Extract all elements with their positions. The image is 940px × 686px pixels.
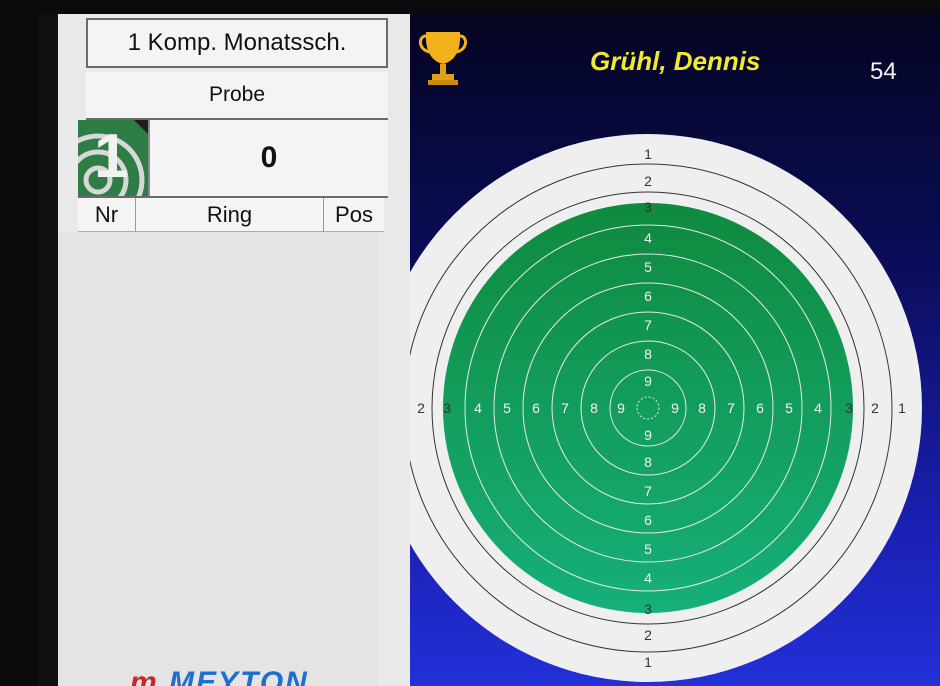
ring-label-right-3: 3 <box>845 400 853 416</box>
logo-text: MEYTON <box>169 666 309 686</box>
ring-label-left-7: 7 <box>561 400 569 416</box>
ring-label-top-3: 3 <box>644 199 652 215</box>
mode-label: Probe <box>86 72 388 120</box>
ring-label-left-3: 3 <box>443 400 451 416</box>
ring-label-left-2: 2 <box>417 400 425 416</box>
ring-label-top-7: 7 <box>644 317 652 333</box>
shot-summary-row: 1 0 <box>78 120 388 198</box>
ring-label-bottom-7: 7 <box>644 483 652 499</box>
ring-label-bottom-1: 1 <box>644 654 652 670</box>
ring-label-right-9: 9 <box>671 400 679 416</box>
left-panel: 1 Komp. Monatssch. Probe 1 0 Nr Ring Pos <box>58 14 410 686</box>
ring-label-right-1: 1 <box>898 400 906 416</box>
ring-label-left-4: 4 <box>474 400 482 416</box>
ring-label-right-8: 8 <box>698 400 706 416</box>
ring-label-top-5: 5 <box>644 259 652 275</box>
column-nr: Nr <box>78 198 136 231</box>
ring-label-bottom-6: 6 <box>644 512 652 528</box>
shooting-target[interactable]: 123456789987654321123456789987654321 <box>410 14 940 686</box>
ring-label-right-5: 5 <box>785 400 793 416</box>
competition-title: 1 Komp. Monatssch. <box>86 18 388 68</box>
screen: 1 Komp. Monatssch. Probe 1 0 Nr Ring Pos <box>38 14 940 686</box>
ring-label-top-2: 2 <box>644 173 652 189</box>
ring-label-bottom-8: 8 <box>644 454 652 470</box>
ring-label-right-2: 2 <box>871 400 879 416</box>
ring-label-right-4: 4 <box>814 400 822 416</box>
column-pos: Pos <box>335 201 373 227</box>
ring-label-right-6: 6 <box>756 400 764 416</box>
total-score: 0 <box>148 120 388 196</box>
ring-label-left-9: 9 <box>617 400 625 416</box>
ring-label-top-4: 4 <box>644 230 652 246</box>
shot-list[interactable] <box>58 232 378 686</box>
ring-label-bottom-2: 2 <box>644 627 652 643</box>
ring-label-top-9: 9 <box>644 373 652 389</box>
ring-label-left-5: 5 <box>503 400 511 416</box>
meyton-logo: ɱ MEYTON <box>130 666 309 686</box>
ring-label-bottom-3: 3 <box>644 601 652 617</box>
mini-target-icon: 1 <box>78 120 148 196</box>
shot-list-header: Nr Ring Pos <box>78 198 384 232</box>
ring-label-bottom-5: 5 <box>644 541 652 557</box>
column-ring: Ring <box>136 198 324 231</box>
ring-label-bottom-4: 4 <box>644 570 652 586</box>
ring-label-right-7: 7 <box>727 400 735 416</box>
ring-label-bottom-9: 9 <box>644 427 652 443</box>
ring-label-top-6: 6 <box>644 288 652 304</box>
ring-label-left-8: 8 <box>590 400 598 416</box>
target-panel: Grühl, Dennis 54 12345678 9 9 8 7 6 5 4 … <box>410 14 940 686</box>
ring-label-top-1: 1 <box>644 146 652 162</box>
ring-label-left-6: 6 <box>532 400 540 416</box>
ring-label-top-8: 8 <box>644 346 652 362</box>
shot-number: 1 <box>94 122 129 191</box>
logo-mark: ɱ <box>130 666 159 686</box>
